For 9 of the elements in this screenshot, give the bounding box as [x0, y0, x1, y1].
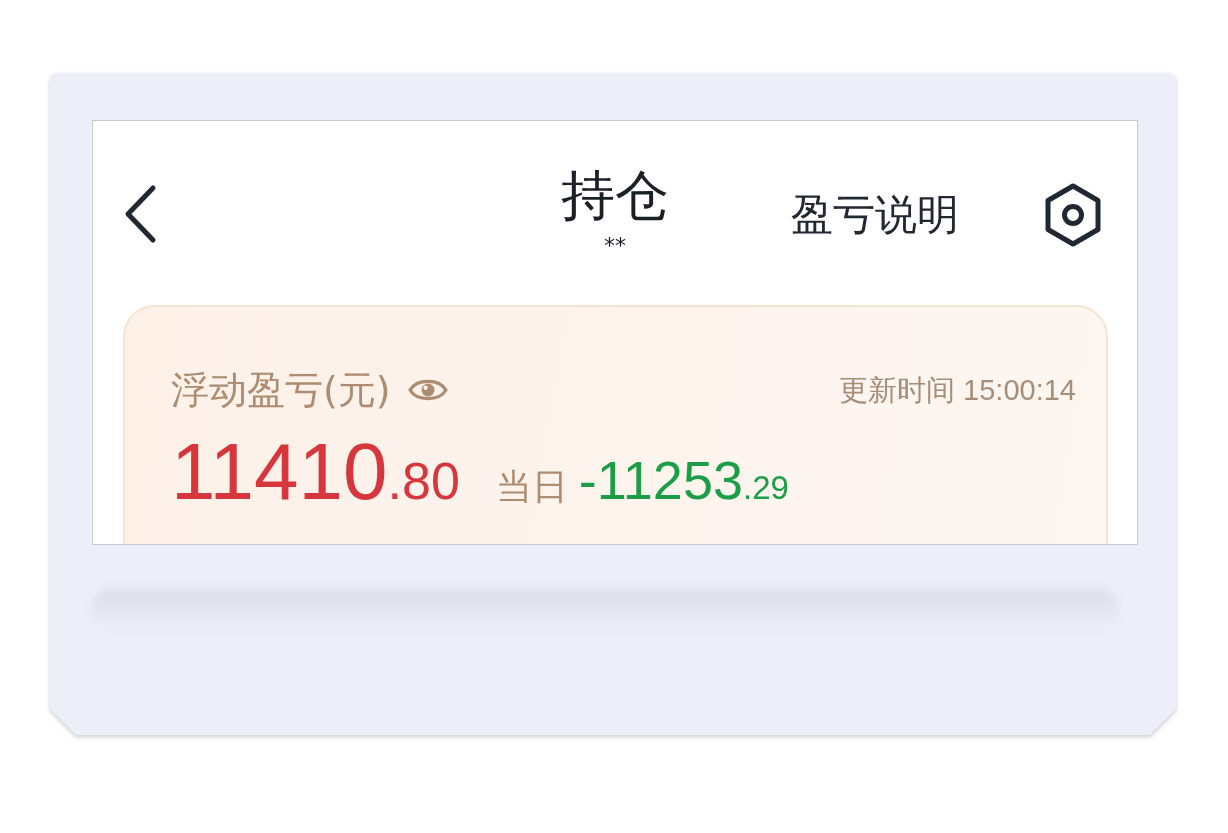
floating-profit-label: 浮动盈亏(元)	[171, 368, 391, 412]
settings-icon[interactable]	[1043, 183, 1103, 247]
today-label: 当日	[495, 465, 568, 509]
help-link[interactable]: 盈亏说明	[791, 190, 959, 240]
total-profit-value: 11410.80	[171, 432, 460, 518]
account-name: **	[604, 233, 626, 259]
page-title: 持仓	[561, 165, 669, 227]
update-time: 更新时间 15:00:14	[839, 373, 1076, 408]
today-profit-value: -11253.29	[578, 449, 789, 511]
